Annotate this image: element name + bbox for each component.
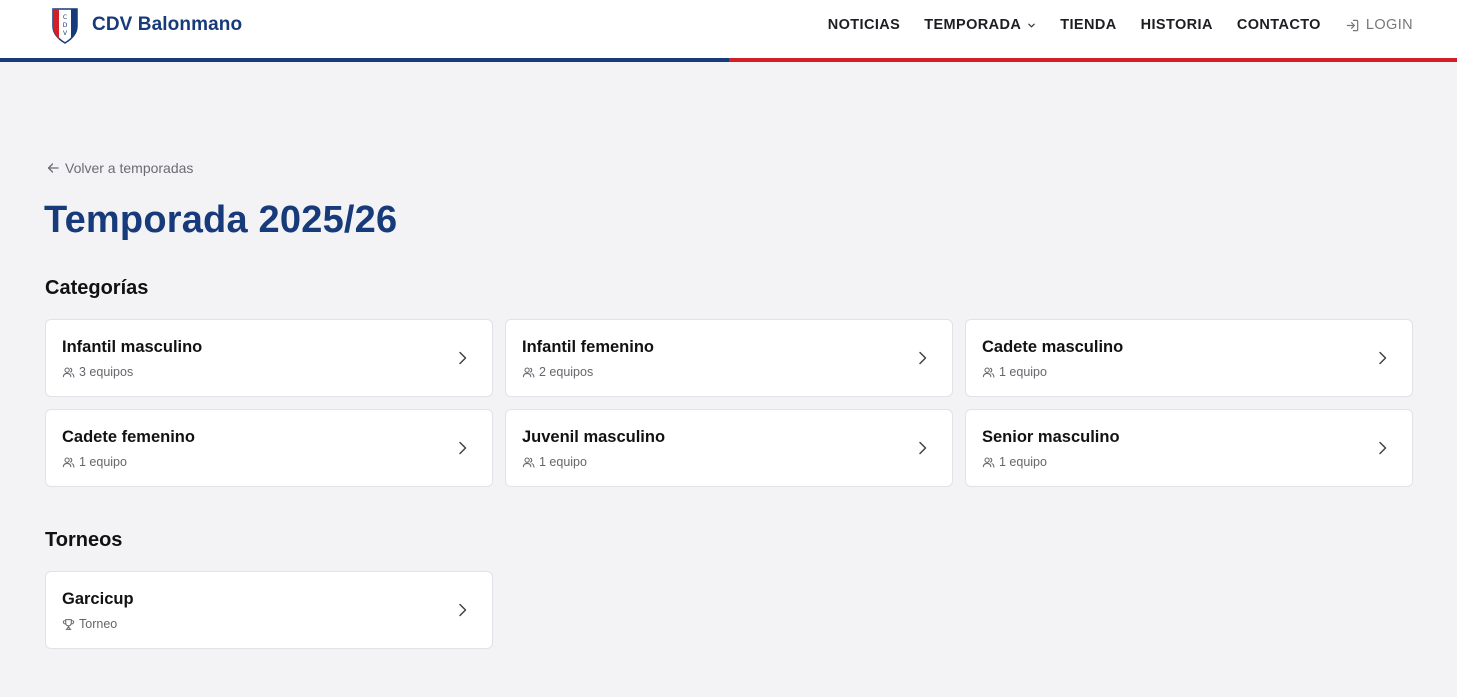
- card-title: Cadete masculino: [982, 338, 1124, 356]
- users-icon: [522, 367, 535, 378]
- chevron-right-icon: [1379, 351, 1387, 365]
- category-card-infantil-masculino[interactable]: Infantil masculino 3 equipos: [45, 319, 493, 397]
- users-icon: [982, 367, 995, 378]
- card-meta: 1 equipo: [62, 455, 127, 469]
- users-icon: [522, 457, 535, 468]
- nav-noticias-label: NOTICIAS: [827, 17, 901, 33]
- users-icon: [62, 367, 75, 378]
- page-title: Temporada 2025/26: [44, 199, 398, 241]
- tournament-card-garcicup[interactable]: Garcicup Torneo: [45, 571, 493, 649]
- card-title: Senior masculino: [982, 428, 1120, 446]
- back-to-seasons-link[interactable]: Volver a temporadas: [46, 160, 193, 176]
- category-card-senior-masculino[interactable]: Senior masculino 1 equipo: [965, 409, 1413, 487]
- card-meta-text: 1 equipo: [999, 365, 1047, 379]
- torneos-heading: Torneos: [45, 529, 123, 551]
- category-card-cadete-masculino[interactable]: Cadete masculino 1 equipo: [965, 319, 1413, 397]
- categorias-heading: Categorías: [45, 277, 149, 299]
- chevron-right-icon: [1379, 441, 1387, 455]
- nav-contacto[interactable]: CONTACTO: [1237, 17, 1321, 33]
- brand-color-bar: [0, 58, 1457, 62]
- back-link-label: Volver a temporadas: [65, 160, 194, 176]
- login-label: LOGIN: [1365, 17, 1413, 33]
- category-card-infantil-femenino[interactable]: Infantil femenino 2 equipos: [505, 319, 953, 397]
- card-title: Infantil femenino: [522, 338, 654, 356]
- category-card-juvenil-masculino[interactable]: Juvenil masculino 1 equipo: [505, 409, 953, 487]
- card-meta-text: 2 equipos: [539, 365, 594, 379]
- trophy-icon: [62, 618, 75, 630]
- card-meta: 3 equipos: [62, 365, 133, 379]
- nav-temporada[interactable]: TEMPORADA: [924, 17, 1036, 33]
- chevron-right-icon: [919, 351, 927, 365]
- card-meta: 1 equipo: [982, 365, 1047, 379]
- brand-bar-blue: [0, 58, 729, 62]
- card-title: Cadete femenino: [62, 428, 195, 446]
- card-meta-text: 1 equipo: [999, 455, 1047, 469]
- chevron-down-icon: [1028, 23, 1036, 27]
- login-icon: [1346, 19, 1359, 31]
- card-meta: 1 equipo: [982, 455, 1047, 469]
- nav-tienda[interactable]: TIENDA: [1060, 17, 1116, 33]
- card-meta-text: 3 equipos: [79, 365, 134, 379]
- users-icon: [982, 457, 995, 468]
- club-logo[interactable]: C D V: [50, 6, 80, 44]
- brand-name[interactable]: CDV Balonmano: [92, 14, 242, 36]
- nav-historia-label: HISTORIA: [1140, 17, 1213, 33]
- chevron-right-icon: [459, 603, 467, 617]
- nav-noticias[interactable]: NOTICIAS: [828, 17, 900, 33]
- card-meta: Torneo: [62, 617, 117, 631]
- chevron-right-icon: [459, 441, 467, 455]
- card-title: Juvenil masculino: [522, 428, 666, 446]
- svg-text:C: C: [63, 14, 67, 21]
- chevron-right-icon: [459, 351, 467, 365]
- svg-text:D: D: [63, 22, 68, 29]
- site-header: C D V CDV Balonmano NOTICIAS TEMPORADA T…: [0, 0, 1457, 58]
- chevron-right-icon: [919, 441, 927, 455]
- card-meta: 2 equipos: [522, 365, 593, 379]
- nav-contacto-label: CONTACTO: [1236, 17, 1321, 33]
- brand-bar-red: [729, 58, 1457, 62]
- login-button[interactable]: LOGIN: [1345, 17, 1413, 33]
- users-icon: [62, 457, 75, 468]
- nav-temporada-label: TEMPORADA: [924, 17, 1022, 33]
- arrow-left-icon: [47, 163, 59, 173]
- nav-historia[interactable]: HISTORIA: [1141, 17, 1213, 33]
- nav-tienda-label: TIENDA: [1060, 17, 1117, 33]
- card-meta-text: 1 equipo: [79, 455, 127, 469]
- card-meta: 1 equipo: [522, 455, 587, 469]
- category-card-cadete-femenino[interactable]: Cadete femenino 1 equipo: [45, 409, 493, 487]
- card-title: Infantil masculino: [62, 338, 203, 356]
- card-meta-text: Torneo: [79, 617, 118, 631]
- main-nav: NOTICIAS TEMPORADA TIENDA HISTORIA CONTA…: [828, 17, 1413, 33]
- card-meta-text: 1 equipo: [539, 455, 587, 469]
- card-title: Garcicup: [62, 590, 134, 608]
